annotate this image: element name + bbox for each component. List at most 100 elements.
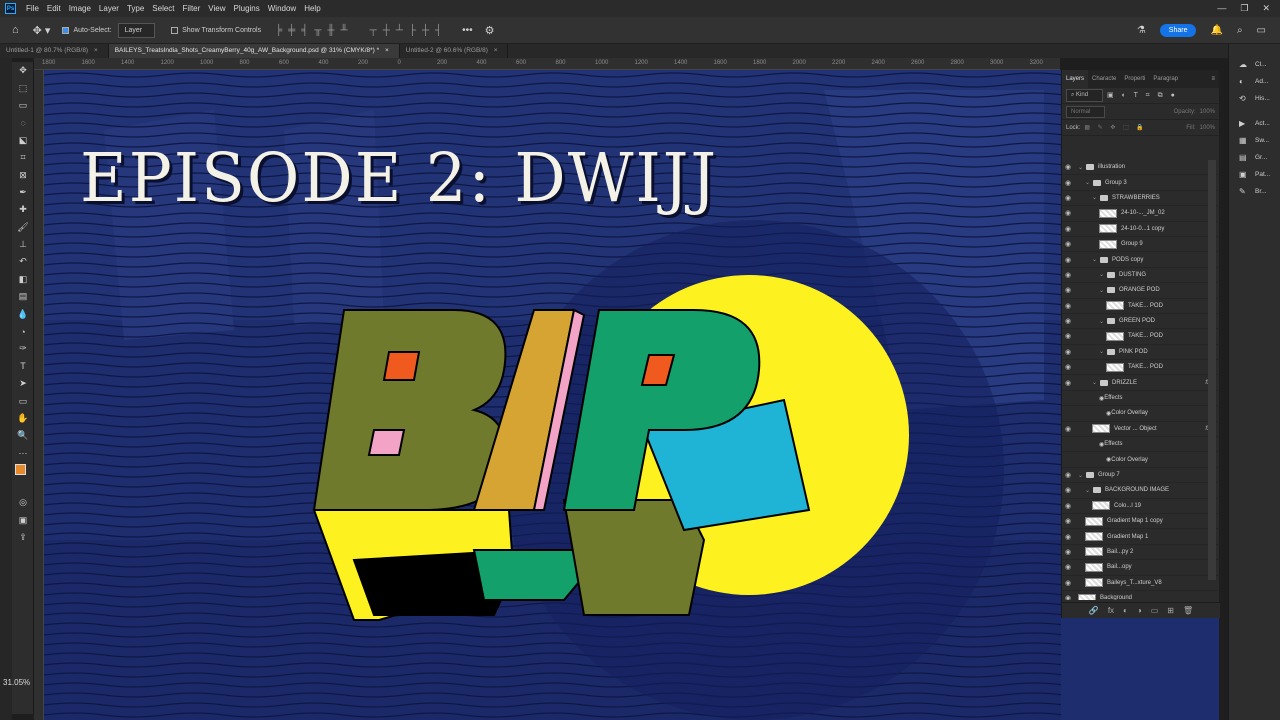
auto-select-checkbox[interactable]: Auto-Select: bbox=[56, 26, 117, 34]
color-swatches[interactable] bbox=[13, 462, 34, 486]
layer-row[interactable]: ◉ ⌄ STRAWBERRIES bbox=[1062, 191, 1220, 207]
visibility-eye-icon[interactable]: ◉ bbox=[1062, 194, 1074, 202]
delete-layer-icon[interactable]: 🗑 bbox=[1183, 606, 1193, 615]
visibility-eye-icon[interactable]: ◉ bbox=[1062, 209, 1074, 217]
chevron-down-icon[interactable]: ⌄ bbox=[1099, 287, 1107, 294]
layer-row[interactable]: ◉ Colo...l 19 bbox=[1062, 499, 1220, 514]
add-style-icon[interactable]: fx bbox=[1108, 606, 1114, 615]
visibility-eye-icon[interactable]: ◉ bbox=[1062, 225, 1074, 233]
workspace-icon[interactable]: ▭ bbox=[1257, 25, 1266, 36]
tab-character[interactable]: Characte bbox=[1088, 70, 1120, 88]
visibility-eye-icon[interactable]: ◉ bbox=[1062, 517, 1074, 525]
foreground-color-swatch[interactable] bbox=[15, 463, 26, 475]
auto-select-dropdown[interactable]: Layer bbox=[117, 22, 156, 38]
restore-button[interactable]: ❐ bbox=[1240, 3, 1248, 14]
menu-window[interactable]: Window bbox=[264, 4, 300, 13]
tab-close-icon[interactable]: × bbox=[385, 47, 389, 54]
layer-row[interactable]: ◉ Gradient Map 1 bbox=[1062, 529, 1220, 545]
panel-menu-icon[interactable]: ≡ bbox=[1211, 76, 1219, 82]
tab-properties[interactable]: Properti bbox=[1120, 70, 1149, 88]
visibility-eye-icon[interactable]: ◉ bbox=[1062, 594, 1074, 600]
layer-row[interactable]: ◉ ⌄ GREEN POD bbox=[1062, 314, 1220, 330]
more-options-button[interactable]: ••• bbox=[456, 25, 479, 36]
home-icon[interactable]: ⌂ bbox=[0, 24, 27, 36]
visibility-eye-icon[interactable]: ◉ bbox=[1062, 533, 1074, 541]
layer-row[interactable]: ◉ ⌄ Group 3 bbox=[1062, 175, 1220, 191]
quick-mask-icon[interactable]: ◎ bbox=[12, 494, 34, 511]
hand-tool-icon[interactable]: ✋ bbox=[12, 410, 34, 427]
chevron-down-icon[interactable]: ⌄ bbox=[1085, 179, 1093, 186]
chevron-down-icon[interactable]: ⌄ bbox=[1092, 379, 1100, 386]
visibility-eye-icon[interactable]: ◉ bbox=[1062, 240, 1074, 248]
layer-row[interactable]: ◉ ⌄ PODS copy bbox=[1062, 252, 1220, 268]
visibility-eye-icon[interactable]: ◉ bbox=[1062, 271, 1074, 279]
kind-filter-dropdown[interactable]: ⌕ Kind bbox=[1066, 89, 1104, 102]
zoom-tool-icon[interactable]: 🔍 bbox=[12, 427, 34, 444]
layer-row[interactable]: ◉ Gradient Map 1 copy bbox=[1062, 514, 1220, 530]
chevron-down-icon[interactable]: ⌄ bbox=[1092, 194, 1100, 201]
brush-tool-icon[interactable]: 🖌 bbox=[12, 219, 34, 236]
visibility-eye-icon[interactable]: ◉ bbox=[1062, 332, 1074, 340]
layer-row[interactable]: ◉ 24-10-0...1 copy bbox=[1062, 222, 1220, 237]
visibility-eye-icon[interactable]: ◉ bbox=[1062, 425, 1074, 433]
opacity-field[interactable]: 100% bbox=[1200, 109, 1215, 115]
visibility-eye-icon[interactable]: ◉ bbox=[1062, 471, 1074, 479]
layer-row[interactable]: ◉ 24-10-..._JM_02 bbox=[1062, 206, 1220, 222]
menu-view[interactable]: View bbox=[204, 4, 229, 13]
lock-icons[interactable]: ▦ ✎ ✥ ⬚ 🔒 bbox=[1084, 124, 1147, 131]
dock-item[interactable]: ☁ Cl... bbox=[1229, 56, 1280, 73]
blur-tool-icon[interactable]: 💧 bbox=[12, 305, 34, 322]
dock-item[interactable]: ◐ Ad... bbox=[1229, 73, 1280, 90]
healing-brush-tool-icon[interactable]: ✚ bbox=[12, 201, 34, 218]
visibility-eye-icon[interactable]: ◉ bbox=[1062, 379, 1074, 387]
tab-untitled-2[interactable]: Untitled-2 @ 60.6% (RGB/8) × bbox=[400, 44, 509, 58]
menu-type[interactable]: Type bbox=[123, 4, 148, 13]
type-tool-icon[interactable]: T bbox=[12, 358, 34, 375]
tab-close-icon[interactable]: × bbox=[494, 47, 498, 54]
labs-flask-icon[interactable]: ⚗ bbox=[1137, 25, 1146, 36]
visibility-eye-icon[interactable]: ◉ bbox=[1062, 286, 1074, 294]
dodge-tool-icon[interactable]: ◔ bbox=[12, 323, 34, 340]
menu-file[interactable]: File bbox=[22, 4, 43, 13]
layers-scrollbar[interactable] bbox=[1208, 160, 1216, 580]
chevron-down-icon[interactable]: ⌄ bbox=[1085, 487, 1093, 494]
tab-paragraph[interactable]: Paragrap bbox=[1149, 70, 1182, 88]
menu-select[interactable]: Select bbox=[148, 4, 178, 13]
layer-row[interactable]: ◉ Group 9 bbox=[1062, 237, 1220, 253]
menu-help[interactable]: Help bbox=[300, 4, 324, 13]
dock-item[interactable]: ✎ Br... bbox=[1229, 183, 1280, 200]
add-mask-icon[interactable]: ◐ bbox=[1123, 606, 1128, 615]
edit-toolbar-icon[interactable]: ⋯ bbox=[12, 445, 34, 462]
visibility-eye-icon[interactable]: ◉ bbox=[1062, 179, 1074, 187]
layer-row[interactable]: ◉ Background bbox=[1062, 591, 1220, 600]
visibility-eye-icon[interactable]: ◉ bbox=[1062, 579, 1074, 587]
layer-row[interactable]: ◉ ⌄ PINK POD bbox=[1062, 345, 1220, 361]
filter-icons[interactable]: ▣ ◐ T ⌗ ⧉ ● bbox=[1107, 91, 1178, 100]
tab-close-icon[interactable]: × bbox=[94, 47, 98, 54]
layer-row[interactable]: ◉ ⌄ ORANGE POD bbox=[1062, 283, 1220, 299]
chevron-down-icon[interactable]: ⌄ bbox=[1099, 348, 1107, 355]
visibility-eye-icon[interactable]: ◉ bbox=[1062, 563, 1074, 571]
frame-tool-icon[interactable]: ⊠ bbox=[12, 166, 34, 183]
visibility-eye-icon[interactable]: ◉ bbox=[1062, 548, 1074, 556]
visibility-eye-icon[interactable]: ◉ bbox=[1062, 502, 1074, 510]
layer-row[interactable]: ◉ TAKE... POD bbox=[1062, 299, 1220, 314]
menu-image[interactable]: Image bbox=[65, 4, 95, 13]
fill-field[interactable]: 100% bbox=[1200, 125, 1215, 131]
layer-row[interactable]: ◉⌄DRIZZLEfx bbox=[1062, 375, 1220, 391]
screen-mode-icon[interactable]: ▣ bbox=[12, 511, 34, 528]
new-group-icon[interactable]: ▭ bbox=[1151, 606, 1159, 615]
visibility-eye-icon[interactable]: ◉ bbox=[1062, 363, 1074, 371]
pen-tool-icon[interactable]: ✑ bbox=[12, 340, 34, 357]
eraser-tool-icon[interactable]: ◧ bbox=[12, 271, 34, 288]
layer-row[interactable]: ◉ TAKE... POD bbox=[1062, 329, 1220, 345]
chevron-down-icon[interactable]: ⌄ bbox=[1092, 256, 1100, 263]
gradient-tool-icon[interactable]: ▤ bbox=[12, 288, 34, 305]
menu-filter[interactable]: Filter bbox=[179, 4, 205, 13]
layer-row[interactable]: ◉Vector ... Objectfx bbox=[1062, 422, 1220, 438]
dock-item[interactable]: ▶ Act... bbox=[1229, 115, 1280, 132]
crop-tool-icon[interactable]: ⌗ bbox=[12, 149, 34, 166]
chevron-down-icon[interactable]: ⌄ bbox=[1078, 472, 1086, 479]
blend-mode-dropdown[interactable]: Normal bbox=[1066, 105, 1106, 118]
lasso-tool-icon[interactable]: ◌ bbox=[12, 114, 34, 131]
